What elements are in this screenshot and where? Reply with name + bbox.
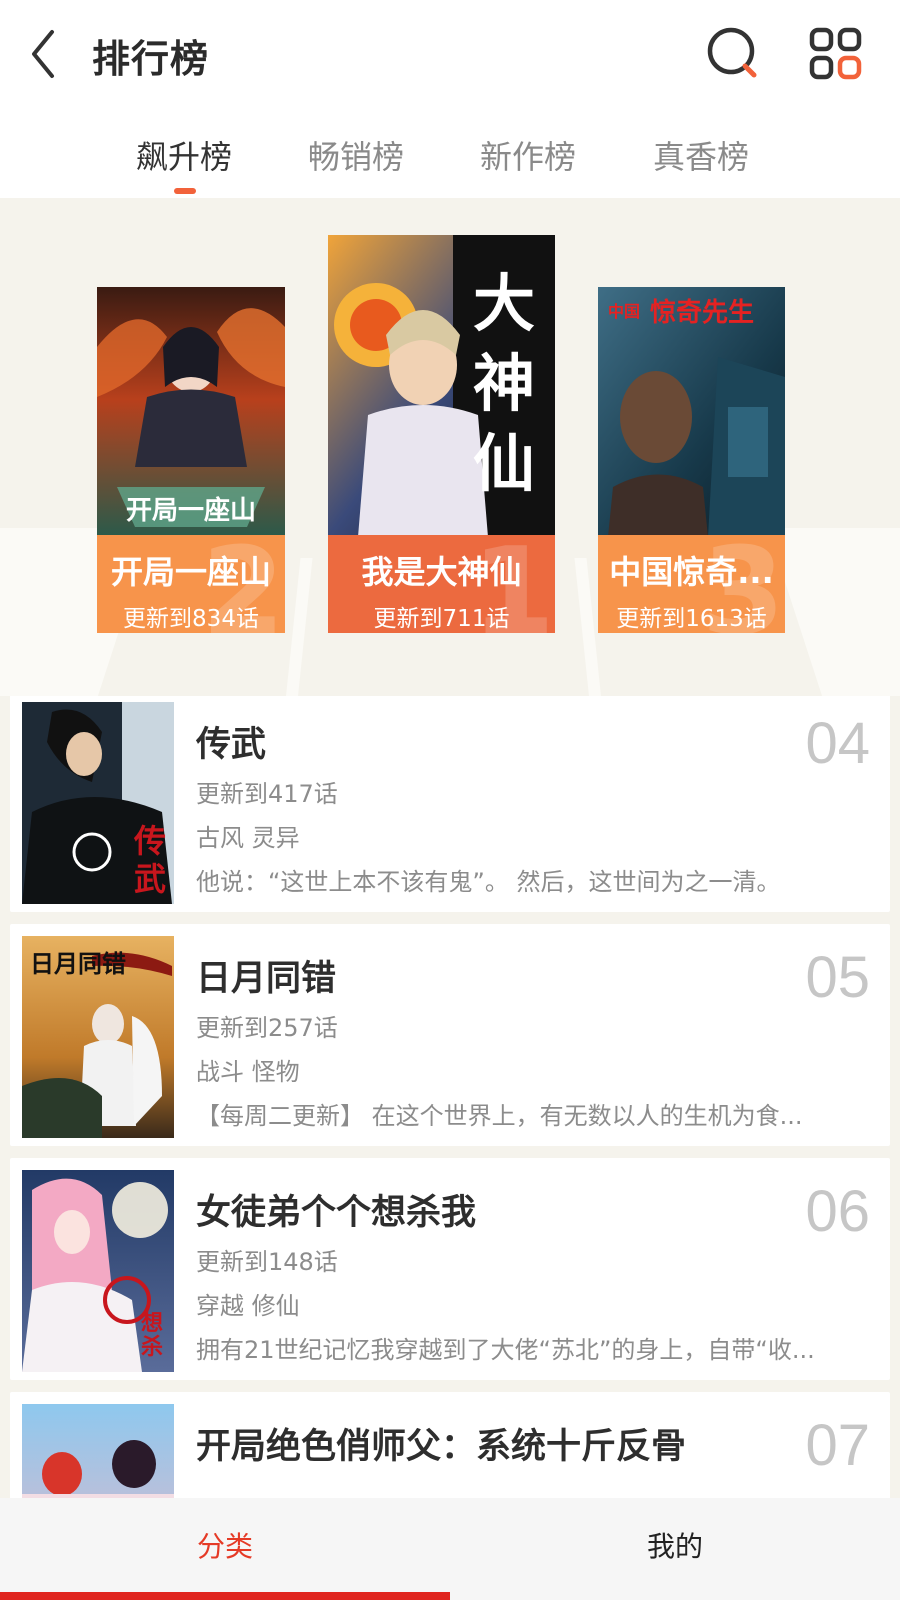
rank-number: 05 [805, 945, 870, 1010]
comic-cover-image: 中国 惊奇先生 [598, 287, 785, 537]
comic-description: 他说：“这世上本不该有鬼”。 然后，这世间为之一清。 [196, 868, 781, 896]
rank-number: 06 [805, 1179, 870, 1244]
bottom-navigation: 分类 我的 [0, 1498, 900, 1600]
comic-cover-image: 大 神 仙 [328, 235, 555, 537]
list-item[interactable]: 想 杀 女徒弟个个想杀我 更新到148话 穿越 修仙 拥有21世纪记忆我穿越到了… [10, 1158, 890, 1380]
comic-title: 女徒弟个个想杀我 [196, 1193, 477, 1233]
top-three-podium: 开局一座山 2 开局一座山 更新到834话 大 神 仙 1 我是大神仙 更新到7… [0, 198, 900, 696]
tab-bestselling[interactable]: 畅销榜 [306, 132, 406, 192]
comic-cover-image: 传 武 [22, 702, 174, 904]
nav-category[interactable]: 分类 [0, 1498, 450, 1600]
comic-title: 开局绝色俏师父：系统十斤反骨 [196, 1427, 687, 1467]
podium-card-1[interactable]: 大 神 仙 1 我是大神仙 更新到711话 [328, 235, 555, 633]
page-title: 排行榜 [92, 37, 210, 81]
search-icon [707, 27, 757, 78]
tab-fragrant[interactable]: 真香榜 [651, 132, 751, 192]
cover-logo-text: 开局一座山 [126, 495, 256, 526]
comic-cover-image: 日月同错 [22, 936, 174, 1138]
back-arrow-icon [32, 30, 54, 78]
cover-logo-text: 杀 [141, 1334, 163, 1360]
comic-cover-image [22, 1404, 174, 1498]
comic-title: 我是大神仙 [361, 553, 522, 591]
cover-logo-text: 传 [133, 822, 166, 860]
chapter-info: 更新到1613话 [616, 606, 767, 632]
apps-grid-icon [809, 27, 862, 80]
rank-number: 07 [805, 1413, 870, 1478]
genre-tags: 古风 灵异 [196, 824, 300, 852]
comic-cover-image: 想 杀 [22, 1170, 174, 1372]
podium-ray [767, 528, 900, 696]
ranking-tabs: 飙升榜 畅销榜 新作榜 真香榜 [0, 110, 900, 198]
list-item[interactable]: 开局绝色俏师父：系统十斤反骨 07 [10, 1392, 890, 1498]
cover-logo-text: 想 [141, 1310, 163, 1336]
podium-label: 3 中国惊奇... 更新到1613话 [598, 535, 785, 633]
chapter-info: 更新到148话 [196, 1248, 338, 1276]
list-item[interactable]: 传 武 传武 更新到417话 古风 灵异 他说：“这世上本不该有鬼”。 然后，这… [10, 696, 890, 912]
genre-tags: 战斗 怪物 [196, 1058, 300, 1086]
chapter-info: 更新到711话 [373, 606, 510, 632]
podium-label: 2 开局一座山 更新到834话 [97, 535, 285, 633]
tab-rising[interactable]: 飙升榜 [134, 132, 234, 192]
top-bar: 排行榜 [0, 0, 900, 110]
cover-logo-text: 日月同错 [30, 950, 126, 978]
comic-cover-image: 开局一座山 [97, 287, 285, 537]
back-button[interactable] [22, 26, 72, 82]
podium-card-2[interactable]: 开局一座山 2 开局一座山 更新到834话 [97, 287, 285, 633]
search-button[interactable] [706, 26, 762, 82]
chapter-info: 更新到257话 [196, 1014, 338, 1042]
cover-logo-text: 武 [134, 860, 166, 898]
chapter-info: 更新到834话 [123, 606, 259, 632]
comic-title: 中国惊奇... [609, 553, 774, 591]
tab-new[interactable]: 新作榜 [478, 132, 578, 192]
comic-title: 开局一座山 [110, 553, 271, 591]
cover-logo-text: 中国 [608, 302, 640, 321]
apps-menu-button[interactable] [808, 26, 868, 86]
active-tab-indicator [174, 188, 196, 194]
cover-logo-text: 仙 [473, 427, 535, 500]
comic-title: 日月同错 [196, 959, 337, 999]
list-item[interactable]: 日月同错 日月同错 更新到257话 战斗 怪物 【每周二更新】 在这个世界上，有… [10, 924, 890, 1146]
rank-number: 04 [805, 711, 870, 776]
nav-mine[interactable]: 我的 [450, 1498, 900, 1600]
comic-description: 【每周二更新】 在这个世界上，有无数以人的生机为食... [196, 1102, 803, 1130]
ranking-list: 传 武 传武 更新到417话 古风 灵异 他说：“这世上本不该有鬼”。 然后，这… [0, 696, 900, 1498]
podium-card-3[interactable]: 中国 惊奇先生 3 中国惊奇... 更新到1613话 [598, 287, 785, 633]
cover-logo-text: 大 [473, 267, 535, 340]
genre-tags: 穿越 修仙 [196, 1292, 300, 1320]
active-nav-indicator [0, 1592, 450, 1600]
comic-title: 传武 [196, 725, 267, 765]
podium-label: 1 我是大神仙 更新到711话 [328, 535, 555, 633]
cover-logo-text: 神 [473, 347, 535, 420]
comic-description: 拥有21世纪记忆我穿越到了大佬“苏北”的身上，自带“收... [196, 1336, 815, 1364]
cover-logo-text: 惊奇先生 [650, 298, 754, 328]
chapter-info: 更新到417话 [196, 780, 338, 808]
